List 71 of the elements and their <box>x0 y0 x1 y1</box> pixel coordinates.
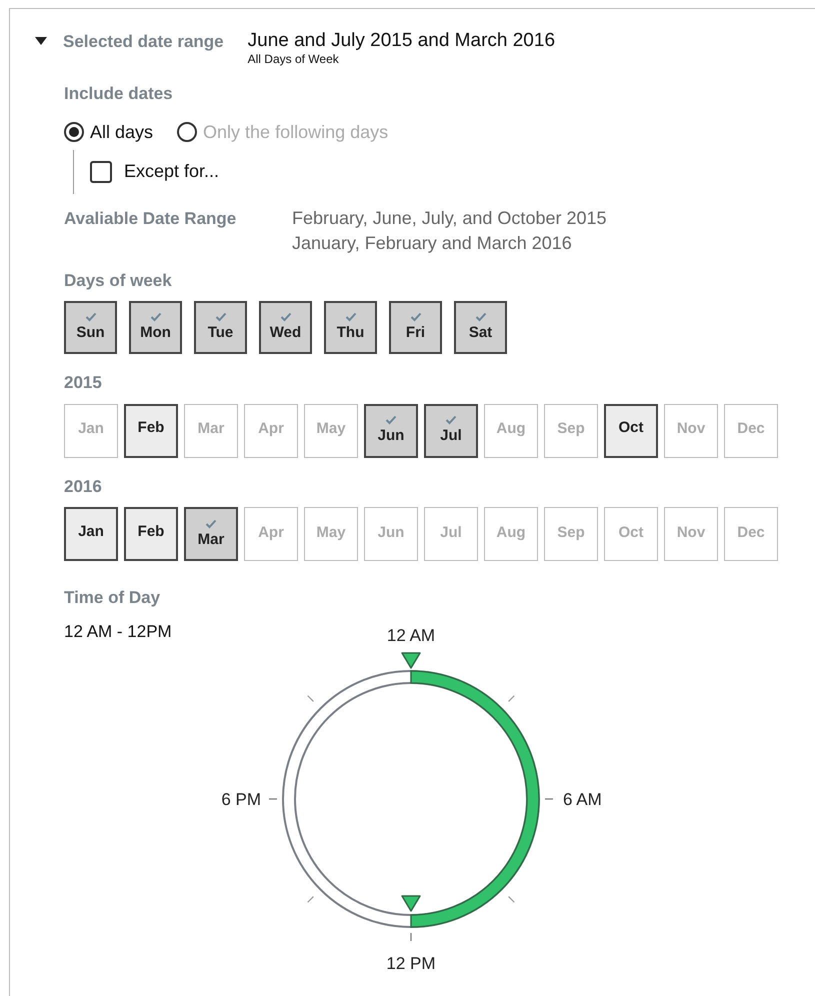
selected-range-value: June and July 2015 and March 2016 <box>248 29 556 53</box>
checkmark-icon <box>445 415 457 425</box>
time-of-day-dial[interactable]: 12 AM 6 AM 12 PM 6 PM <box>201 599 621 979</box>
clock-label: 12 AM <box>386 626 436 645</box>
available-range-text: January, February and March 2016 <box>292 232 573 255</box>
month-toggle[interactable]: May <box>304 404 358 458</box>
clock-label: 6 AM <box>563 790 602 809</box>
month-toggle[interactable]: Aug <box>484 404 538 458</box>
checkmark-icon <box>205 518 217 528</box>
checkmark-icon <box>84 312 96 322</box>
month-toggle[interactable]: Sep <box>544 507 598 561</box>
month-toggle[interactable]: Nov <box>664 404 718 458</box>
section-label: Include dates <box>64 83 174 105</box>
selected-range-subtitle: All Days of Week <box>248 53 340 65</box>
day-toggle[interactable]: Wed <box>259 301 312 354</box>
tick-mark <box>410 933 412 941</box>
checkmark-icon <box>410 312 422 322</box>
day-toggle[interactable]: Sun <box>64 301 117 354</box>
tick-mark <box>508 695 515 702</box>
month-toggle[interactable]: Nov <box>664 507 718 561</box>
section-label: Avaliable Date Range <box>64 208 238 230</box>
except-checkbox[interactable]: Except for... <box>90 158 220 185</box>
collapse-toggle-icon[interactable] <box>35 35 47 47</box>
month-toggle[interactable]: Dec <box>724 404 778 458</box>
available-range-text: February, June, July, and October 2015 <box>292 206 607 230</box>
checkmark-icon <box>344 312 356 322</box>
month-toggle[interactable]: Feb <box>124 404 178 458</box>
tick-mark <box>307 896 314 903</box>
checkmark-icon <box>280 312 292 322</box>
month-toggle[interactable]: Sep <box>544 404 598 458</box>
month-toggle[interactable]: Oct <box>604 404 658 458</box>
year-label: 2015 <box>64 372 102 394</box>
month-toggle[interactable]: Mar <box>184 404 238 458</box>
section-label: Days of week <box>64 270 173 292</box>
month-toggle[interactable]: Apr <box>244 404 298 458</box>
month-toggle[interactable]: Jan <box>64 507 118 561</box>
month-toggle[interactable]: Dec <box>724 507 778 561</box>
month-toggle[interactable]: May <box>304 507 358 561</box>
section-label: Selected date range <box>63 31 224 53</box>
checkmark-icon <box>150 312 162 322</box>
tick-mark <box>307 695 314 702</box>
month-toggle[interactable]: Jun <box>364 404 418 458</box>
time-range-value: 12 AM - 12PM <box>64 620 172 642</box>
section-label: Time of Day <box>64 587 162 609</box>
checkmark-icon <box>214 312 226 322</box>
month-toggle[interactable]: Jul <box>424 404 478 458</box>
checkmark-icon <box>474 312 486 322</box>
tick-mark <box>508 896 515 903</box>
start-handle[interactable] <box>401 652 421 669</box>
day-toggle[interactable]: Mon <box>129 301 182 354</box>
month-toggle[interactable]: Feb <box>124 507 178 561</box>
tick-mark <box>269 798 277 800</box>
month-toggle[interactable]: Mar <box>184 507 238 561</box>
month-toggle[interactable]: Oct <box>604 507 658 561</box>
clock-label: 12 PM <box>386 954 436 973</box>
radio-option[interactable]: All days <box>64 118 154 146</box>
checkmark-icon <box>385 415 397 425</box>
day-toggle[interactable]: Tue <box>194 301 247 354</box>
day-toggle[interactable]: Thu <box>324 301 377 354</box>
radio-option[interactable]: Only the following days <box>177 118 388 146</box>
month-toggle[interactable]: Jun <box>364 507 418 561</box>
clock-label: 6 PM <box>221 790 261 809</box>
day-toggle[interactable]: Sat <box>454 301 507 354</box>
end-handle[interactable] <box>401 895 421 912</box>
month-toggle[interactable]: Aug <box>484 507 538 561</box>
month-toggle[interactable]: Jan <box>64 404 118 458</box>
tick-mark <box>545 798 553 800</box>
month-toggle[interactable]: Apr <box>244 507 298 561</box>
year-label: 2016 <box>64 476 102 498</box>
day-toggle[interactable]: Fri <box>389 301 442 354</box>
month-toggle[interactable]: Jul <box>424 507 478 561</box>
